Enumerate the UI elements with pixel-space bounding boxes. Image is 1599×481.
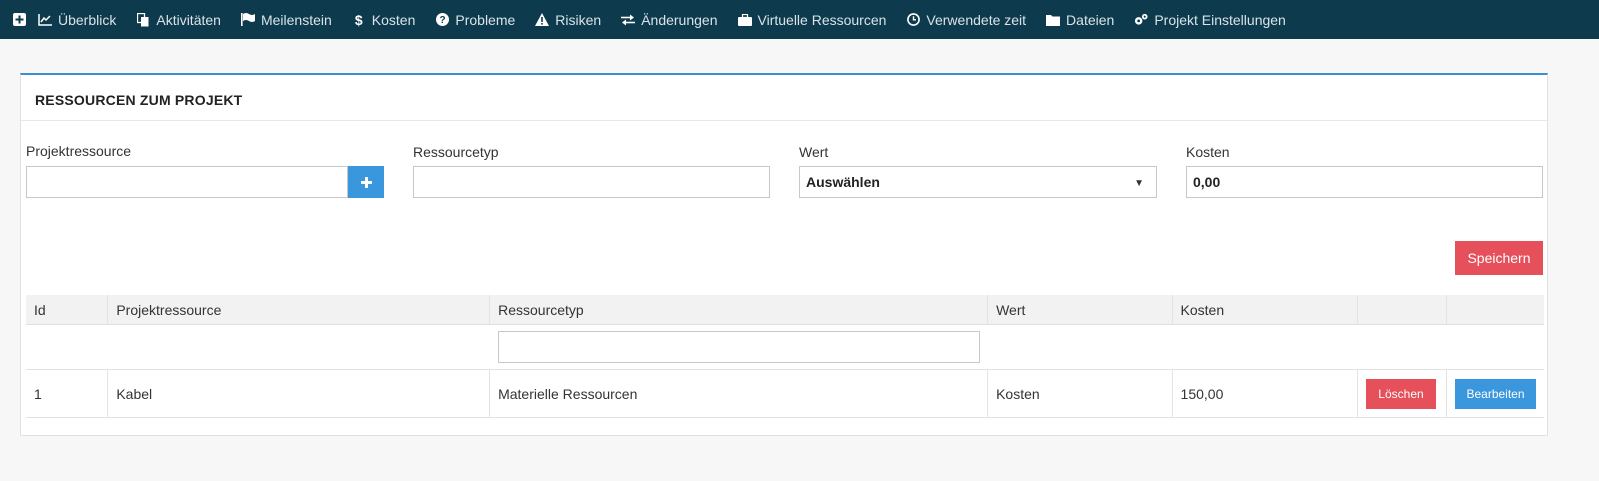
filter-cell: [1172, 324, 1358, 370]
flag-icon: [240, 13, 255, 27]
projektressource-label: Projektressource: [26, 143, 132, 159]
delete-button[interactable]: Löschen: [1365, 378, 1436, 409]
plus-square-icon: [12, 13, 26, 26]
copy-icon: [136, 12, 150, 27]
column-header-kosten[interactable]: Kosten: [1172, 295, 1358, 325]
wert-selected-value: Auswählen: [806, 174, 880, 190]
nav-label: Überblick: [58, 11, 117, 28]
column-header-id[interactable]: Id: [26, 295, 109, 325]
add-resource-button[interactable]: [348, 166, 384, 198]
panel-title: RESSOURCEN ZUM PROJEKT: [35, 92, 243, 108]
save-button[interactable]: Speichern: [1455, 241, 1543, 275]
ressourcetyp-filter-input[interactable]: [497, 331, 980, 363]
column-header-delete: [1357, 295, 1448, 325]
nav-label: Aktivitäten: [156, 11, 221, 28]
line-chart-icon: [38, 13, 52, 27]
ressourcetyp-input[interactable]: [413, 166, 770, 198]
wert-select[interactable]: Auswählen ▼: [799, 166, 1157, 198]
nav-item-risiken[interactable]: Risiken: [535, 0, 601, 39]
filter-cell: [1446, 324, 1544, 370]
resources-panel: RESSOURCEN ZUM PROJEKT Projektressource …: [20, 73, 1548, 436]
column-header-edit: [1446, 295, 1544, 325]
nav-item-probleme[interactable]: ? Probleme: [435, 0, 515, 39]
cell-id: 1: [26, 369, 109, 418]
nav-item-aenderungen[interactable]: Änderungen: [621, 0, 718, 39]
wert-label: Wert: [799, 144, 829, 160]
nav-item-ueberblick[interactable]: Überblick: [38, 0, 116, 39]
filter-cell: [1357, 324, 1447, 370]
nav-label: Dateien: [1066, 11, 1115, 28]
folder-icon: [1046, 13, 1061, 27]
cell-projektressource: Kabel: [107, 369, 491, 418]
filter-cell: [489, 324, 988, 370]
kosten-input[interactable]: [1186, 166, 1543, 198]
exchange-icon: [621, 13, 636, 27]
nav-item-kosten[interactable]: $ Kosten: [352, 0, 416, 39]
gears-icon: [1134, 13, 1148, 27]
nav-label: Projekt Einstellungen: [1154, 11, 1286, 28]
nav-item-virtuelle-ressourcen[interactable]: Virtuelle Ressourcen: [737, 0, 887, 39]
dollar-icon: $: [354, 11, 363, 28]
top-navigation: Überblick Aktivitäten Meilenstein $ Kost…: [0, 0, 1599, 39]
nav-item-dateien[interactable]: Dateien: [1046, 0, 1114, 39]
briefcase-icon: [737, 13, 752, 27]
filter-cell: [987, 324, 1173, 370]
nav-label: Virtuelle Ressourcen: [757, 11, 887, 28]
nav-item-verwendete-zeit[interactable]: Verwendete zeit: [906, 0, 1026, 39]
filter-row: [26, 324, 1544, 370]
table-row: 1 Kabel Materielle Ressourcen Kosten 150…: [26, 369, 1544, 418]
column-header-ressourcetyp[interactable]: Ressourcetyp: [489, 295, 989, 325]
nav-label: Kosten: [371, 11, 416, 28]
resources-table: Id Projektressource Ressourcetyp Wert Ko…: [26, 295, 1544, 418]
cell-edit: Bearbeiten: [1446, 369, 1544, 418]
cell-ressourcetyp: Materielle Ressourcen: [489, 369, 989, 418]
clock-icon: [906, 13, 920, 27]
cell-delete: Löschen: [1357, 369, 1448, 418]
cell-wert: Kosten: [987, 369, 1173, 418]
nav-label: Änderungen: [641, 11, 718, 28]
nav-label: Risiken: [555, 11, 602, 28]
nav-label: Meilenstein: [260, 11, 332, 28]
warning-icon: [535, 13, 550, 27]
plus-icon: [360, 176, 372, 188]
ressourcetyp-label: Ressourcetyp: [413, 144, 499, 160]
table-header-row: Id Projektressource Ressourcetyp Wert Ko…: [26, 295, 1544, 325]
cell-kosten: 150,00: [1172, 369, 1358, 418]
nav-item-meilenstein[interactable]: Meilenstein: [240, 0, 332, 39]
nav-item-projekt-einstellungen[interactable]: Projekt Einstellungen: [1134, 0, 1286, 39]
column-header-projektressource[interactable]: Projektressource: [107, 295, 491, 325]
projektressource-input[interactable]: [26, 166, 348, 198]
edit-button[interactable]: Bearbeiten: [1455, 378, 1536, 409]
nav-item-aktivitaeten[interactable]: Aktivitäten: [136, 0, 221, 39]
svg-text:?: ?: [439, 15, 445, 26]
filter-cell: [107, 324, 490, 370]
filter-cell: [26, 324, 108, 370]
question-circle-icon: ?: [435, 13, 449, 27]
kosten-label: Kosten: [1186, 144, 1230, 160]
caret-down-icon: ▼: [1134, 178, 1144, 189]
nav-label: Probleme: [455, 11, 516, 28]
add-project-button[interactable]: [10, 0, 28, 39]
panel-divider: [21, 120, 1547, 121]
column-header-wert[interactable]: Wert: [987, 295, 1173, 325]
nav-label: Verwendete zeit: [926, 11, 1027, 28]
